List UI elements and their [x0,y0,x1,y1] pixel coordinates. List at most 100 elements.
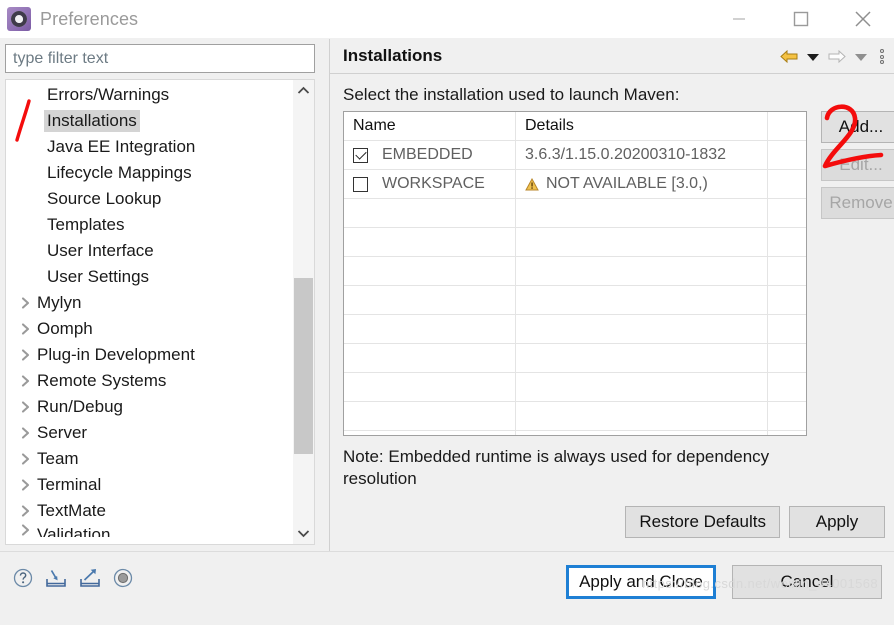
sidebar-item-java-ee-integration[interactable]: Java EE Integration [6,134,294,160]
table-row-empty[interactable] [344,199,806,228]
chevron-right-icon[interactable] [16,375,34,387]
table-cell-name [344,315,516,343]
chevron-right-icon[interactable] [16,427,34,439]
import-icon[interactable] [45,568,67,588]
chevron-right-icon[interactable] [16,453,34,465]
panel-description: Select the installation used to launch M… [343,85,680,104]
table-cell-name[interactable]: EMBEDDED [344,141,516,169]
help-icon[interactable] [13,568,33,588]
column-header-extra[interactable] [768,112,806,140]
sidebar-item-validation[interactable]: Validation [6,524,294,537]
scroll-up-button[interactable] [293,80,314,101]
table-row[interactable]: EMBEDDED 3.6.3/1.15.0.20200310-1832 [344,141,806,170]
export-icon[interactable] [79,568,101,588]
tree-scrollbar[interactable] [293,80,314,544]
edit-button[interactable]: Edit... [821,149,894,181]
table-row-empty[interactable] [344,286,806,315]
panel-nav-icons [780,39,888,74]
chevron-right-icon[interactable] [16,524,34,536]
table-row-empty[interactable] [344,402,806,431]
table-cell-extra[interactable] [768,141,806,169]
warning-icon [525,177,539,191]
back-arrow-icon[interactable] [780,49,798,64]
sidebar-item-templates[interactable]: Templates [6,212,294,238]
sidebar-item-mylyn[interactable]: Mylyn [6,290,294,316]
sidebar-item-label: Installations [44,110,140,132]
record-icon[interactable] [113,568,133,588]
apply-and-close-button[interactable]: Apply and Close [566,565,716,599]
chevron-right-icon[interactable] [16,297,34,309]
table-cell-extra [768,199,806,227]
back-dropdown-icon[interactable] [807,53,819,61]
sidebar-item-installations[interactable]: Installations [6,108,294,134]
sidebar-item-terminal[interactable]: Terminal [6,472,294,498]
window-controls [708,0,894,38]
row-checkbox[interactable] [353,147,368,163]
table-row-empty[interactable] [344,257,806,286]
column-header-name[interactable]: Name [344,112,516,140]
table-cell-name [344,228,516,256]
forward-arrow-icon[interactable] [828,49,846,64]
table-cell-name[interactable]: WORKSPACE [344,170,516,198]
installations-table[interactable]: Name Details EMBEDDED 3.6.3/1.15.0.202003… [343,111,807,436]
sidebar-item-oomph[interactable]: Oomph [6,316,294,342]
table-cell-details [516,402,768,430]
sidebar-item-label: TextMate [37,501,106,520]
sidebar-item-label: Templates [47,215,125,234]
table-cell-extra [768,257,806,285]
sidebar-item-run-debug[interactable]: Run/Debug [6,394,294,420]
scrollbar-thumb[interactable] [294,278,313,454]
table-cell-details[interactable]: 3.6.3/1.15.0.20200310-1832 [516,141,768,169]
installation-name: WORKSPACE [382,175,485,192]
table-row-empty[interactable] [344,344,806,373]
forward-dropdown-icon[interactable] [855,53,867,61]
remove-button[interactable]: Remove [821,187,894,219]
sidebar-item-lifecycle-mappings[interactable]: Lifecycle Mappings [6,160,294,186]
sidebar-item-user-settings[interactable]: User Settings [6,264,294,290]
sidebar-item-label: Run/Debug [37,397,124,416]
close-icon[interactable] [832,0,894,38]
chevron-right-icon[interactable] [16,323,34,335]
note-text: Note: Embedded runtime is always used fo… [343,447,770,489]
cancel-button[interactable]: Cancel [732,565,882,599]
table-cell-name [344,402,516,430]
minimize-icon[interactable] [708,0,770,38]
chevron-right-icon[interactable] [16,479,34,491]
preferences-tree[interactable]: Errors/Warnings Installations Java EE Inte… [5,79,315,545]
sidebar-item-remote-systems[interactable]: Remote Systems [6,368,294,394]
table-cell-extra[interactable] [768,170,806,198]
sidebar-item-label: Plug-in Development [37,345,195,364]
table-row[interactable]: WORKSPACE NOT AVAILABLE [3.0,) [344,170,806,199]
sidebar-item-label: Java EE Integration [47,137,196,156]
chevron-right-icon[interactable] [16,505,34,517]
sidebar-item-errors-warnings[interactable]: Errors/Warnings [6,82,294,108]
table-cell-details [516,373,768,401]
chevron-right-icon[interactable] [16,401,34,413]
table-row-empty[interactable] [344,431,806,435]
table-row-empty[interactable] [344,315,806,344]
chevron-right-icon[interactable] [16,349,34,361]
table-cell-details [516,199,768,227]
search-input[interactable] [5,44,315,73]
sidebar-item-server[interactable]: Server [6,420,294,446]
sidebar-item-user-interface[interactable]: User Interface [6,238,294,264]
scroll-down-button[interactable] [293,523,314,544]
maximize-icon[interactable] [770,0,832,38]
column-header-details[interactable]: Details [516,112,768,140]
bottom-icon-group [13,568,133,588]
sidebar-item-plug-in-development[interactable]: Plug-in Development [6,342,294,368]
apply-button[interactable]: Apply [789,506,885,538]
sidebar-item-source-lookup[interactable]: Source Lookup [6,186,294,212]
vertical-dots-icon[interactable] [876,49,888,64]
table-cell-name [344,257,516,285]
add-button[interactable]: Add... [821,111,894,143]
row-checkbox[interactable] [353,176,368,192]
sidebar-item-textmate[interactable]: TextMate [6,498,294,524]
window-title: Preferences [40,8,139,29]
sidebar-item-label: User Interface [47,241,154,260]
table-row-empty[interactable] [344,228,806,257]
table-cell-details[interactable]: NOT AVAILABLE [3.0,) [516,170,768,198]
sidebar-item-team[interactable]: Team [6,446,294,472]
restore-defaults-button[interactable]: Restore Defaults [625,506,780,538]
table-row-empty[interactable] [344,373,806,402]
